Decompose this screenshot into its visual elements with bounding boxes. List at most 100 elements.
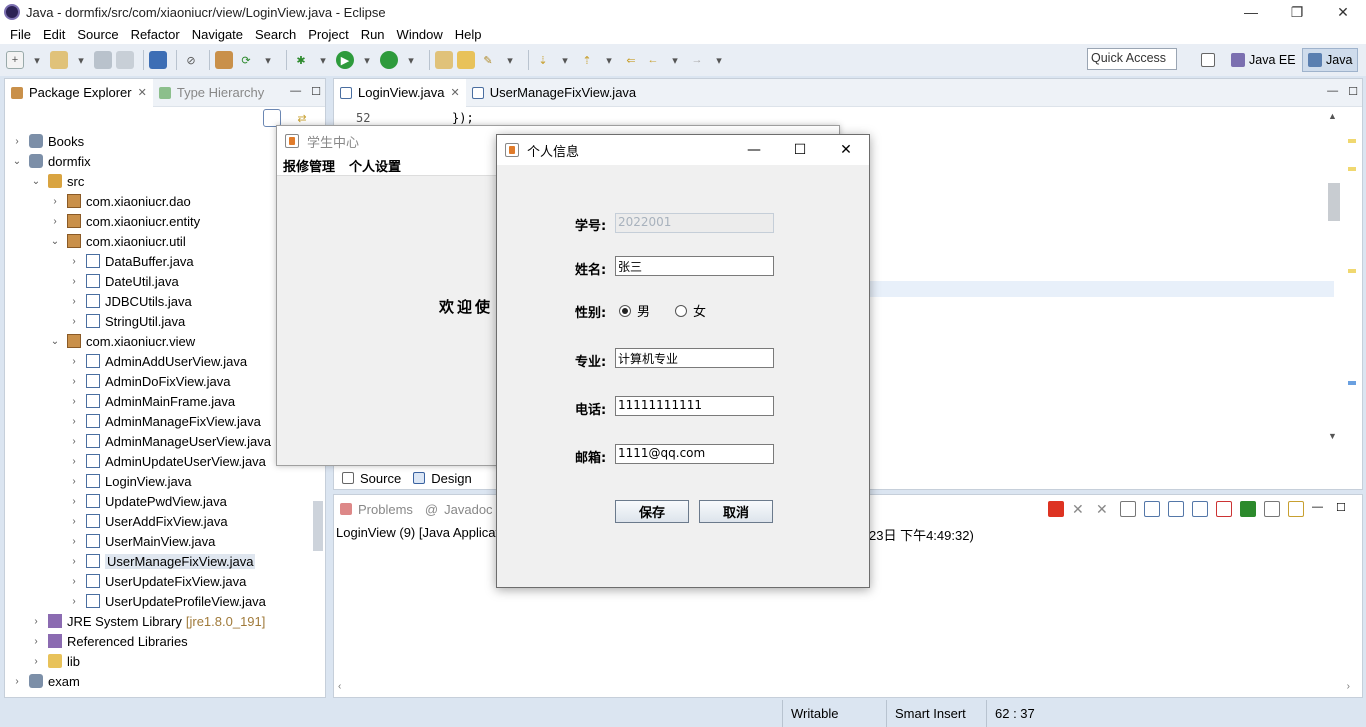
menu-source[interactable]: Source [71, 27, 124, 42]
email-field[interactable]: 1111@qq.com [615, 444, 774, 464]
scroll-left-icon[interactable]: ‹ [338, 681, 341, 693]
last-edit-icon[interactable]: ⇐ [622, 51, 640, 69]
tree-item[interactable]: › UserUpdateProfileView.java [68, 591, 266, 611]
close-button[interactable]: ✕ [823, 135, 869, 165]
maximize-pane-button[interactable]: ☐ [1336, 501, 1352, 517]
name-field[interactable]: 张三 [615, 256, 774, 276]
tree-item[interactable]: ⌄ com.xiaoniucr.util [49, 231, 186, 251]
open-folder-icon[interactable] [457, 51, 475, 69]
menu-project[interactable]: Project [302, 27, 354, 42]
collapsed-arrow-icon[interactable]: › [68, 436, 80, 447]
open-perspective-button[interactable] [1196, 48, 1224, 72]
new-folder-icon[interactable] [50, 51, 68, 69]
collapsed-arrow-icon[interactable]: › [30, 616, 42, 627]
collapsed-arrow-icon[interactable]: › [68, 596, 80, 607]
tree-item[interactable]: › UserUpdateFixView.java [68, 571, 246, 591]
dropdown-icon[interactable]: ▾ [556, 51, 574, 69]
collapsed-arrow-icon[interactable]: › [68, 496, 80, 507]
tree-item[interactable]: › AdminUpdateUserView.java [68, 451, 266, 471]
menu-help[interactable]: Help [449, 27, 488, 42]
collapsed-arrow-icon[interactable]: › [68, 396, 80, 407]
back-icon[interactable]: ← [644, 51, 662, 69]
editor-scrollbar[interactable]: ▲ ▼ [1326, 111, 1340, 441]
tree-item[interactable]: › AdminMainFrame.java [68, 391, 235, 411]
display-console-icon[interactable] [1240, 501, 1256, 517]
close-icon[interactable]: ✕ [451, 86, 460, 99]
forward-icon[interactable]: → [688, 51, 706, 69]
open-console-icon[interactable] [1264, 501, 1280, 517]
collapsed-arrow-icon[interactable]: › [68, 356, 80, 367]
editor-scroll-thumb[interactable] [1328, 183, 1340, 221]
new-java-project-icon[interactable] [435, 51, 453, 69]
annotation-marker[interactable] [1348, 167, 1356, 171]
collapsed-arrow-icon[interactable]: › [68, 376, 80, 387]
tree-item[interactable]: › StringUtil.java [68, 311, 185, 331]
collapsed-arrow-icon[interactable]: › [68, 576, 80, 587]
refresh-icon[interactable]: ⟳ [237, 51, 255, 69]
dropdown-icon[interactable]: ▾ [666, 51, 684, 69]
dropdown-icon[interactable]: ▾ [314, 51, 332, 69]
menu-window[interactable]: Window [391, 27, 449, 42]
collapsed-arrow-icon[interactable]: › [68, 476, 80, 487]
tab-login-view[interactable]: LoginView.java ✕ [334, 78, 466, 107]
new-icon[interactable]: + [6, 51, 24, 69]
word-wrap-icon[interactable] [1144, 501, 1160, 517]
tab-package-explorer[interactable]: Package Explorer ✕ [5, 78, 153, 107]
close-button[interactable]: ✕ [1320, 0, 1366, 24]
collapsed-arrow-icon[interactable]: › [49, 216, 61, 227]
debug-icon[interactable]: ✱ [292, 51, 310, 69]
collapsed-arrow-icon[interactable]: › [68, 276, 80, 287]
tree-item[interactable]: › LoginView.java [68, 471, 191, 491]
tab-problems[interactable]: Problems [334, 495, 419, 523]
show-on-error-icon[interactable] [1192, 501, 1208, 517]
tree-item[interactable]: › JRE System Library [jre1.8.0_191] [30, 611, 265, 631]
annotation-marker[interactable] [1348, 269, 1356, 273]
tree-item[interactable]: ⌄ src [30, 171, 85, 191]
minimize-pane-button[interactable]: — [1327, 85, 1338, 98]
tree-item[interactable]: › AdminDoFixView.java [68, 371, 230, 391]
tree-item[interactable]: › AdminManageUserView.java [68, 431, 271, 451]
scroll-up-icon[interactable]: ▲ [1328, 111, 1337, 121]
expanded-arrow-icon[interactable]: ⌄ [30, 176, 42, 187]
prev-annotation-icon[interactable]: ⇡ [578, 51, 596, 69]
pin-console-icon[interactable] [1216, 501, 1232, 517]
expanded-arrow-icon[interactable]: ⌄ [49, 336, 61, 347]
run-icon[interactable]: ▶ [336, 51, 354, 69]
tab-type-hierarchy[interactable]: Type Hierarchy [153, 79, 270, 107]
tree-item[interactable]: › DataBuffer.java [68, 251, 193, 271]
maximize-button[interactable]: ☐ [777, 135, 823, 165]
tree-item[interactable]: › AdminManageFixView.java [68, 411, 261, 431]
minimize-button[interactable]: — [731, 135, 777, 165]
menu-edit[interactable]: Edit [37, 27, 71, 42]
annotation-marker[interactable] [1348, 139, 1356, 143]
restore-button[interactable]: ❐ [1274, 0, 1320, 24]
dropdown-icon[interactable]: ▾ [358, 51, 376, 69]
new-console-icon[interactable] [1288, 501, 1304, 517]
collapsed-arrow-icon[interactable]: › [68, 296, 80, 307]
gender-female-radio[interactable]: 女 [675, 301, 706, 320]
cancel-button[interactable]: 取消 [699, 500, 773, 523]
collapsed-arrow-icon[interactable]: › [68, 556, 80, 567]
terminate-icon[interactable] [1048, 501, 1064, 517]
console-hscrollbar[interactable]: ‹ › [338, 681, 1350, 693]
next-annotation-icon[interactable]: ⇣ [534, 51, 552, 69]
tab-javadoc[interactable]: @ Javadoc [419, 495, 499, 523]
gender-male-radio[interactable]: 男 [619, 301, 650, 320]
collapsed-arrow-icon[interactable]: › [30, 636, 42, 647]
collapsed-arrow-icon[interactable]: › [68, 256, 80, 267]
tree-item[interactable]: › UserAddFixView.java [68, 511, 227, 531]
collapsed-arrow-icon[interactable]: › [30, 656, 42, 667]
tree-item[interactable]: › exam [11, 671, 79, 689]
tree-item[interactable]: › Books [11, 131, 84, 151]
tab-source[interactable]: Source [336, 467, 408, 489]
collapsed-arrow-icon[interactable]: › [11, 676, 23, 687]
expanded-arrow-icon[interactable]: ⌄ [49, 236, 61, 247]
maximize-pane-button[interactable]: ☐ [1348, 85, 1358, 98]
collapsed-arrow-icon[interactable]: › [68, 416, 80, 427]
scroll-lock-icon[interactable] [1120, 501, 1136, 517]
collapsed-arrow-icon[interactable]: › [68, 316, 80, 327]
tree-item[interactable]: › lib [30, 651, 80, 671]
dropdown-icon[interactable]: ▾ [259, 51, 277, 69]
perspective-java-ee[interactable]: Java EE [1226, 48, 1301, 72]
wand-icon[interactable]: ✎ [479, 51, 497, 69]
